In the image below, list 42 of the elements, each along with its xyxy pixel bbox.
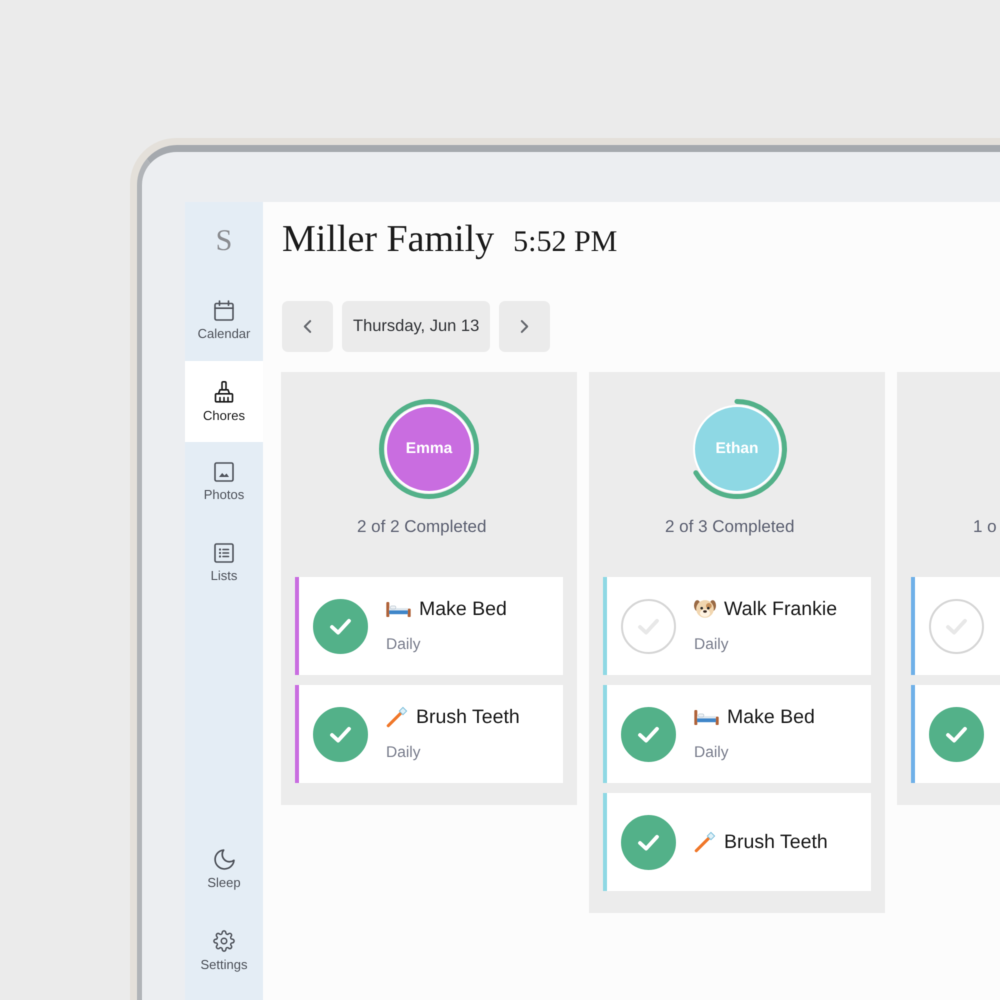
dog-icon	[694, 600, 716, 618]
toothbrush-icon	[694, 831, 716, 853]
repeat-label: Daily	[386, 635, 420, 655]
nav-item[interactable]: Settings	[185, 910, 263, 991]
repeat-label: Daily	[694, 635, 728, 655]
check-icon	[329, 726, 352, 742]
completion-count: 2 of 3 Completed	[665, 517, 794, 536]
task-title: Brush Teeth	[724, 830, 828, 854]
list-icon	[214, 543, 234, 563]
check-icon	[637, 834, 660, 850]
task-title: Walk Frankie	[724, 597, 838, 621]
task-title: Brush Teeth	[416, 705, 520, 729]
nav-item[interactable]: Photos	[185, 442, 263, 523]
member-name: Ethan	[715, 440, 759, 458]
nav-item[interactable]: Calendar	[185, 280, 263, 361]
chevron-right-icon	[520, 319, 530, 334]
logo: S	[214, 223, 234, 259]
task-title: Make Bed	[419, 597, 507, 621]
check-icon	[637, 726, 660, 742]
nav-item[interactable]: Lists	[185, 523, 263, 604]
clock-time: 5:52 PM	[513, 225, 618, 259]
completion-count: 1 o	[973, 517, 997, 536]
calendar-icon	[214, 300, 234, 321]
nav-item[interactable]: Chores	[185, 361, 263, 442]
settings-icon	[213, 930, 235, 952]
repeat-label: Daily	[694, 743, 728, 763]
bed-icon	[386, 602, 411, 616]
nav-item[interactable]: Sleep	[185, 829, 263, 910]
moon-icon	[214, 849, 234, 870]
broom-icon	[214, 381, 234, 403]
bed-icon	[694, 710, 719, 724]
completion-count: 2 of 2 Completed	[357, 517, 486, 536]
chevron-left-icon	[303, 319, 312, 334]
toothbrush-icon	[386, 706, 408, 728]
repeat-label: Daily	[386, 743, 420, 763]
task-title: Make Bed	[727, 705, 815, 729]
image-icon	[214, 462, 234, 482]
date-button[interactable]: Thursday, Jun 13	[342, 301, 490, 352]
member-name: Emma	[406, 440, 452, 458]
check-icon	[945, 726, 968, 742]
family-name: Miller Family	[282, 218, 494, 260]
check-icon	[329, 618, 352, 634]
